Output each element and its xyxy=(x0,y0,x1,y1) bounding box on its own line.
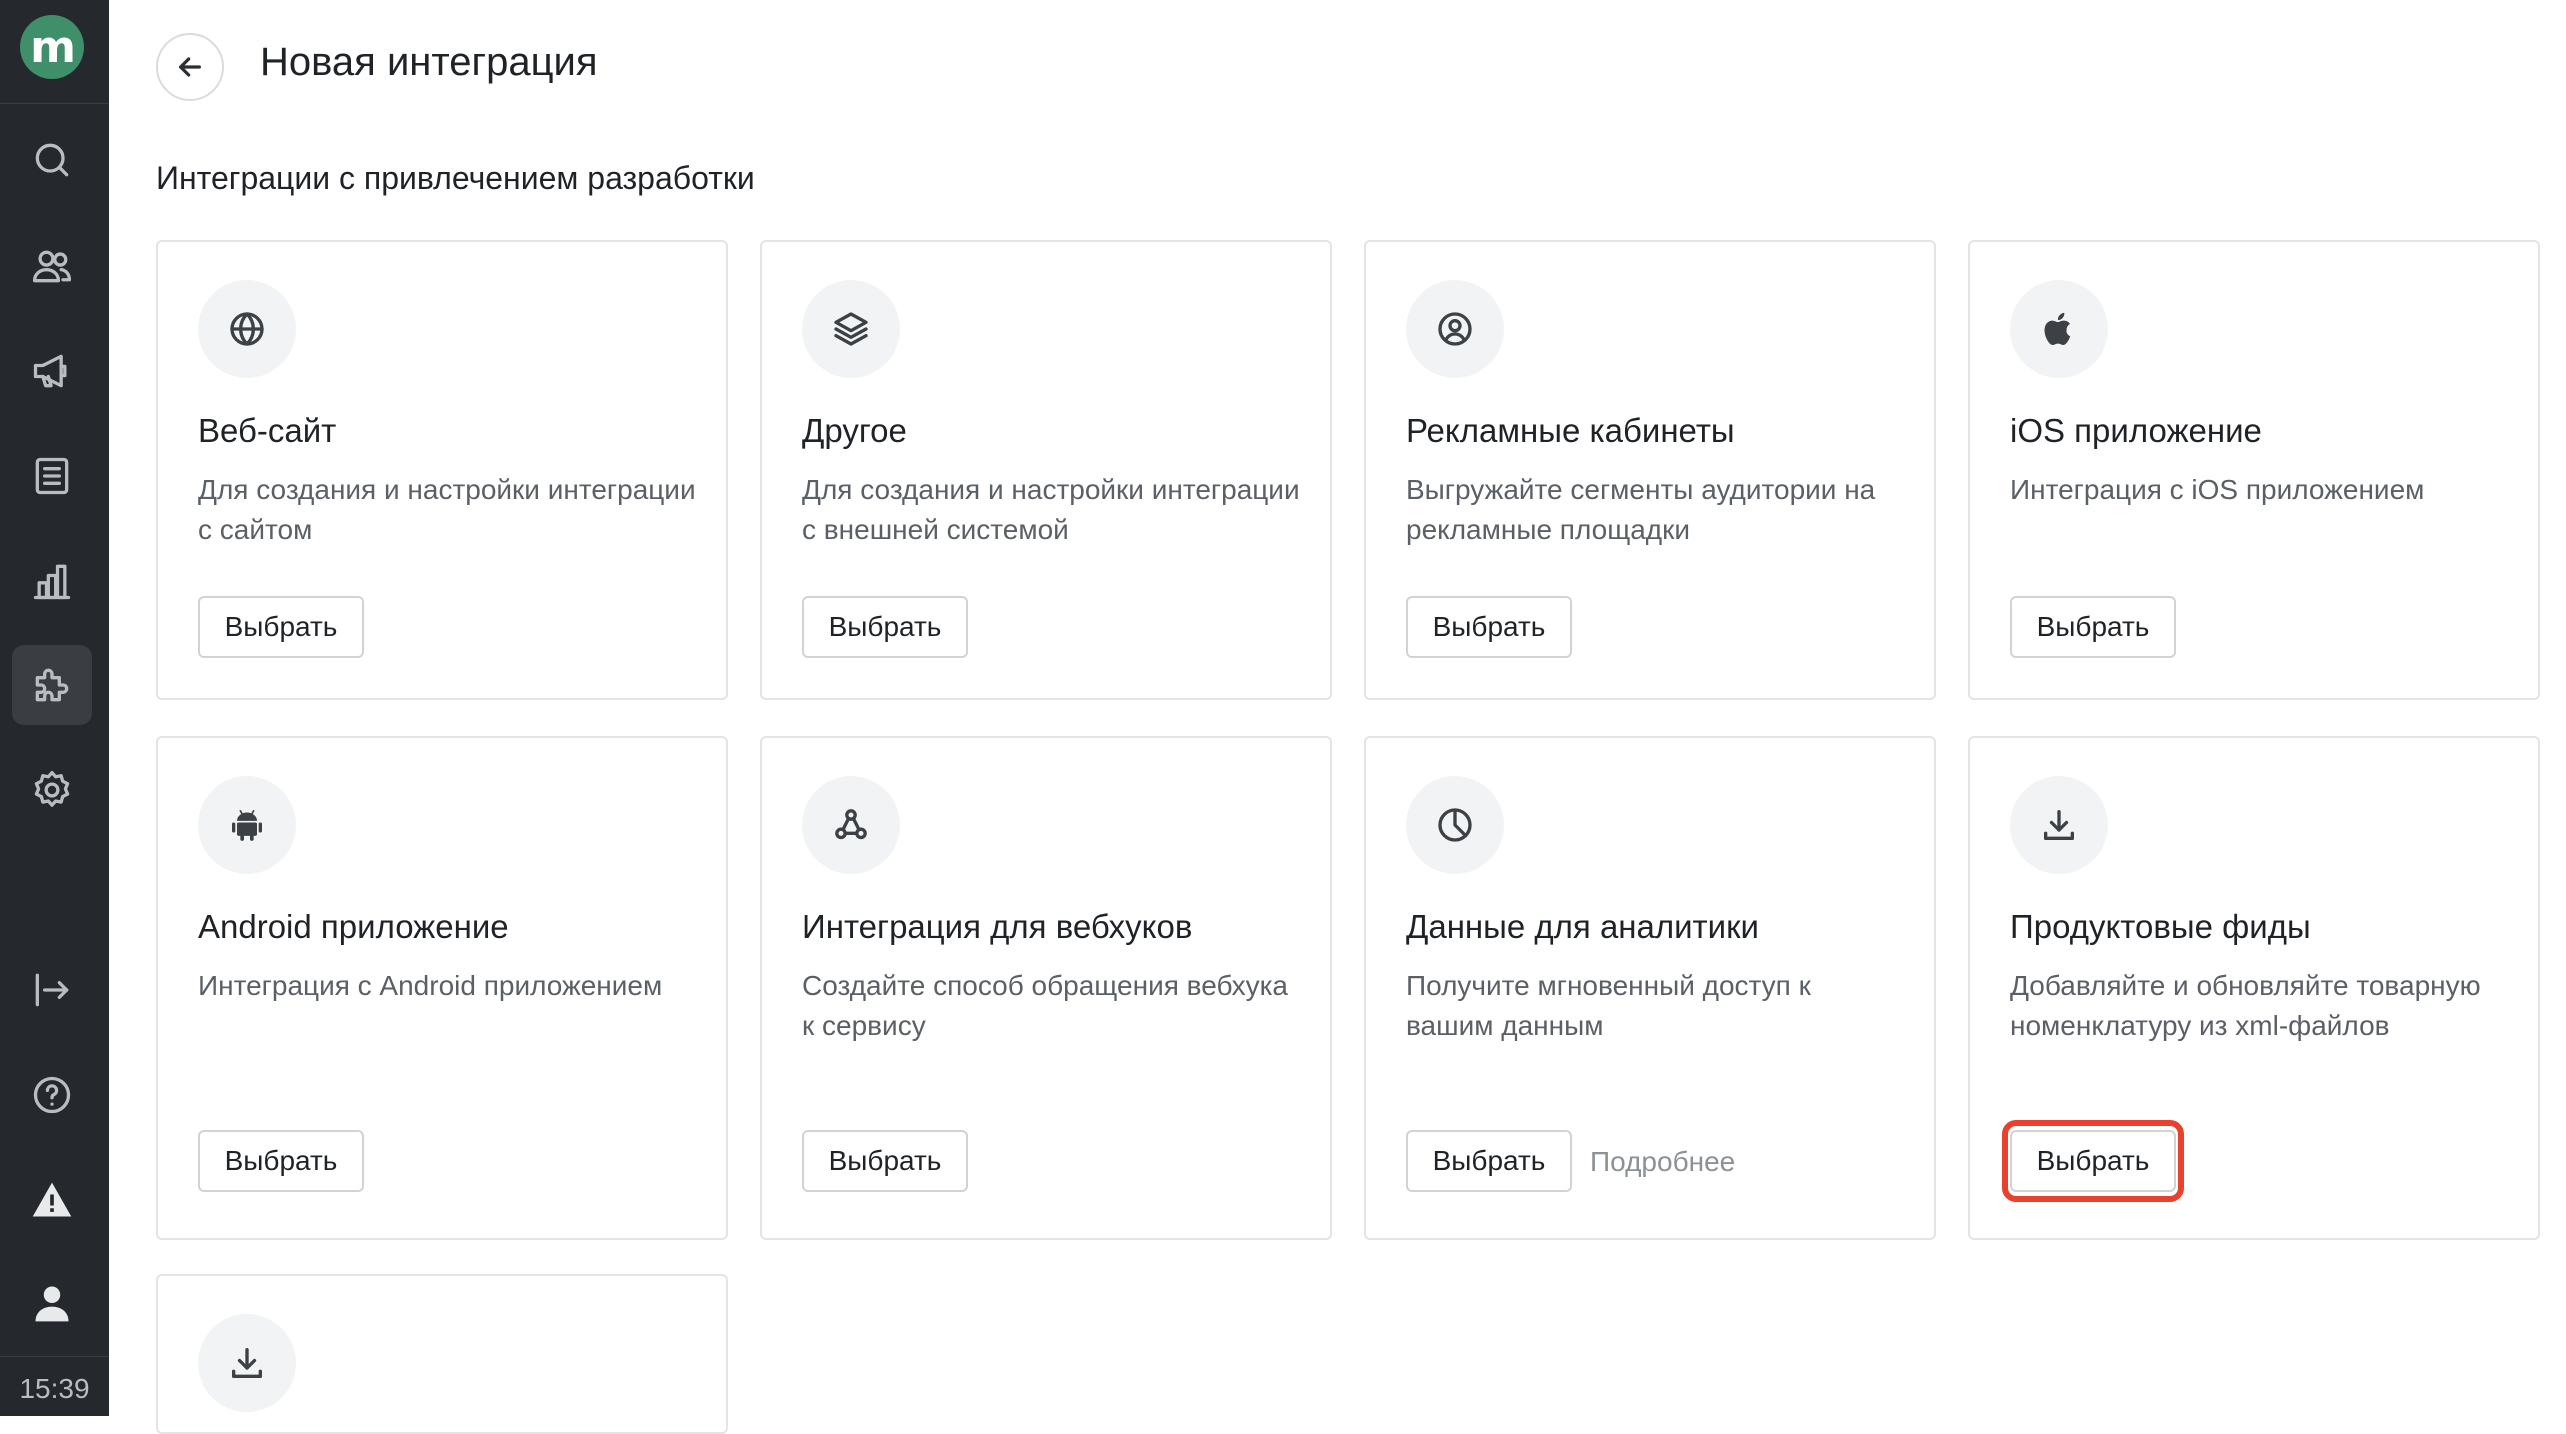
arrow-left-icon xyxy=(179,57,201,77)
select-button[interactable]: Выбрать xyxy=(1406,1130,1572,1192)
card-product-feeds: Продуктовые фиды Добавляйте и обновляйте… xyxy=(1968,736,2540,1240)
card-webhooks: Интеграция для вебхуков Создайте способ … xyxy=(760,736,1332,1240)
card-icon-wrap xyxy=(198,1314,296,1412)
select-button[interactable]: Выбрать xyxy=(2010,596,2176,658)
megaphone-icon xyxy=(33,354,67,388)
help-icon xyxy=(33,1076,71,1114)
section-title: Интеграции с привлечением разработки xyxy=(156,160,755,196)
card-title: iOS приложение xyxy=(2010,412,2262,449)
card-icon-wrap xyxy=(1406,776,1504,874)
card-description: Для создания и настройки интеграции с вн… xyxy=(802,474,1300,545)
card-icon-wrap xyxy=(198,776,296,874)
card-description: Добавляйте и обновляйте товарную номенкл… xyxy=(2010,970,2481,1041)
card-android: Android приложение Интеграция с Android … xyxy=(156,736,728,1240)
warning-icon xyxy=(32,1182,72,1217)
card-description: Выгружайте сегменты аудитории на рекламн… xyxy=(1406,474,1876,545)
sidebar-item-analytics[interactable] xyxy=(12,541,92,621)
select-button[interactable]: Выбрать xyxy=(198,596,364,658)
select-button[interactable]: Выбрать xyxy=(802,596,968,658)
sidebar-item-content[interactable] xyxy=(12,436,92,516)
card-description: Для создания и настройки интеграции с са… xyxy=(198,474,696,545)
card-title: Android приложение xyxy=(198,908,509,945)
layers-icon xyxy=(834,312,868,346)
card-website: Веб-сайт Для создания и настройки интегр… xyxy=(156,240,728,700)
logo-area: m xyxy=(0,0,109,104)
sidebar-item-integrations[interactable] xyxy=(12,645,92,725)
card-icon-wrap xyxy=(2010,280,2108,378)
card-title: Продуктовые фиды xyxy=(2010,908,2311,945)
download-icon xyxy=(232,1348,262,1378)
card-icon-wrap xyxy=(2010,776,2108,874)
more-link[interactable]: Подробнее xyxy=(1590,1146,1735,1178)
card-description: Интеграция с Android приложением xyxy=(198,970,663,1001)
card-partial xyxy=(156,1274,728,1434)
card-ad-accounts: Рекламные кабинеты Выгружайте сегменты а… xyxy=(1364,240,1936,700)
user-circle-icon xyxy=(1438,312,1472,346)
card-description: Получите мгновенный доступ к вашим данны… xyxy=(1406,970,1811,1041)
card-title: Интеграция для вебхуков xyxy=(802,908,1193,945)
card-title: Рекламные кабинеты xyxy=(1406,412,1735,449)
logout-icon xyxy=(35,973,69,1007)
card-other: Другое Для создания и настройки интеграц… xyxy=(760,240,1332,700)
card-description: Создайте способ обращения вебхука к серв… xyxy=(802,970,1289,1041)
card-icon-wrap xyxy=(198,280,296,378)
android-icon xyxy=(232,810,262,841)
sidebar-item-audience[interactable] xyxy=(12,226,92,306)
select-button[interactable]: Выбрать xyxy=(1406,596,1572,658)
sidebar-item-help[interactable] xyxy=(12,1055,92,1135)
card-icon-wrap xyxy=(1406,280,1504,378)
select-button[interactable]: Выбрать xyxy=(198,1130,364,1192)
download-icon xyxy=(2044,810,2074,840)
card-ios: iOS приложение Интеграция с iOS приложен… xyxy=(1968,240,2540,700)
clock-area: 15:39 xyxy=(0,1356,109,1417)
app-logo[interactable]: m xyxy=(20,15,84,79)
webhook-icon xyxy=(835,809,867,840)
card-description: Интеграция с iOS приложением xyxy=(2010,474,2425,505)
globe-icon xyxy=(230,312,264,346)
page-title: Новая интеграция xyxy=(260,40,598,84)
select-button[interactable]: Выбрать xyxy=(2010,1130,2176,1192)
sidebar-item-logout[interactable] xyxy=(12,950,92,1030)
document-icon xyxy=(35,457,69,495)
sidebar-item-campaigns[interactable] xyxy=(12,331,92,411)
puzzle-icon xyxy=(35,668,69,702)
clock-time: 15:39 xyxy=(19,1373,90,1404)
search-icon xyxy=(35,143,69,177)
select-button[interactable]: Выбрать xyxy=(802,1130,968,1192)
card-title: Веб-сайт xyxy=(198,412,337,449)
card-icon-wrap xyxy=(802,776,900,874)
pie-chart-icon xyxy=(1438,808,1472,842)
sidebar-item-search[interactable] xyxy=(12,120,92,200)
card-title: Данные для аналитики xyxy=(1406,908,1759,945)
sidebar-item-settings[interactable] xyxy=(12,750,92,830)
bar-chart-icon xyxy=(33,564,71,600)
sidebar-item-profile[interactable] xyxy=(12,1263,92,1343)
apple-icon xyxy=(2044,312,2071,346)
gear-icon xyxy=(34,770,70,807)
card-analytics-data: Данные для аналитики Получите мгновенный… xyxy=(1364,736,1936,1240)
sidebar-item-alerts[interactable] xyxy=(12,1160,92,1240)
back-button[interactable] xyxy=(156,33,224,101)
card-title: Другое xyxy=(802,412,907,449)
sidebar: m 15:39 xyxy=(0,0,109,1416)
user-icon xyxy=(35,1286,69,1322)
card-icon-wrap xyxy=(802,280,900,378)
users-icon xyxy=(32,250,72,283)
